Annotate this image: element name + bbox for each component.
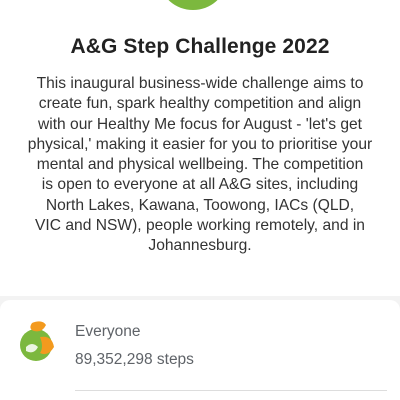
ag-logo-icon xyxy=(168,0,218,10)
ag-logo-icon xyxy=(20,321,54,361)
entry-name: Everyone xyxy=(75,323,141,340)
divider xyxy=(75,390,387,391)
leaderboard-card: Everyone 89,352,298 steps xyxy=(0,300,400,400)
entry-steps: 89,352,298 steps xyxy=(75,351,194,368)
challenge-header: A&G Step Challenge 2022 This inaugural b… xyxy=(0,0,400,292)
challenge-description: This inaugural business-wide challenge a… xyxy=(27,75,373,255)
page-title: A&G Step Challenge 2022 xyxy=(70,35,330,58)
